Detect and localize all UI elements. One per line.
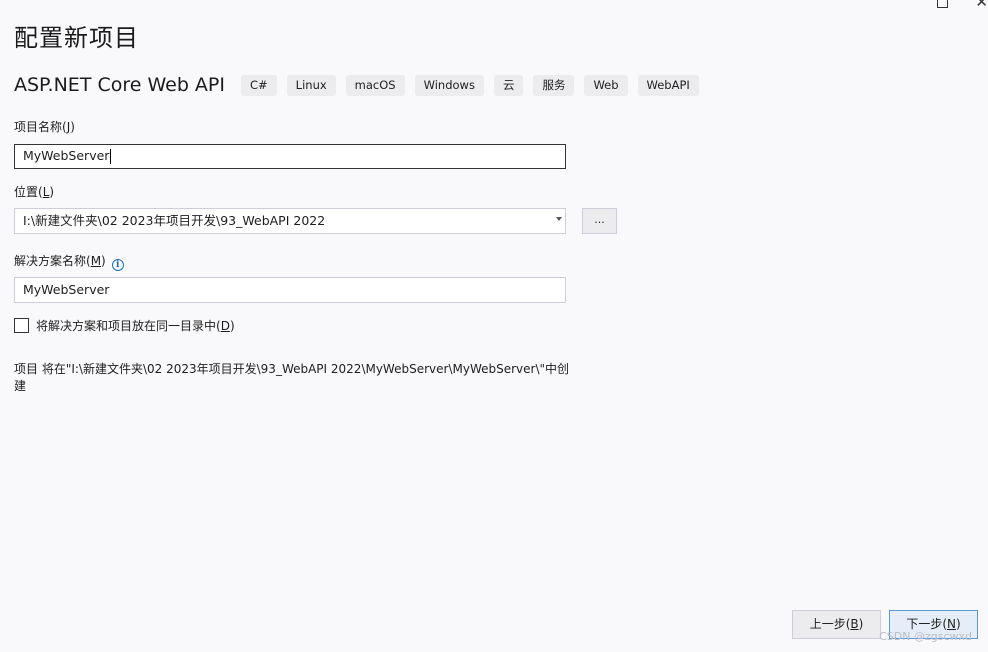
template-name: ASP.NET Core Web API (14, 74, 225, 96)
project-name-label: 项目名称(J) (14, 118, 75, 135)
solution-name-input[interactable]: MyWebServer (14, 277, 566, 303)
tag-windows: Windows (414, 74, 484, 96)
template-header: ASP.NET Core Web API C# Linux macOS Wind… (14, 72, 709, 98)
solution-name-accel: M (90, 254, 102, 268)
window-controls: — ✕ (878, 0, 988, 10)
location-label-end: ) (49, 185, 55, 199)
solution-name-label: 解决方案名称(M) i (14, 252, 124, 271)
chevron-down-icon[interactable] (556, 217, 562, 221)
next-label: 下一步( (906, 617, 947, 631)
minimize-button[interactable]: — (898, 0, 914, 6)
solution-name-label-end: ) (101, 254, 106, 268)
same-directory-label-text: 将解决方案和项目放在同一目录中( (36, 319, 221, 333)
watermark: CSDN @zgscwxd (879, 630, 972, 643)
tag-macos: macOS (345, 74, 405, 96)
back-label-end: ) (858, 617, 864, 631)
same-directory-label-end: ) (229, 319, 235, 333)
project-name-value: MyWebServer (23, 148, 110, 163)
back-accel: B (850, 617, 859, 631)
same-directory-checkbox[interactable] (14, 318, 29, 333)
maximize-icon (937, 0, 948, 8)
solution-name-value: MyWebServer (23, 282, 110, 297)
tag-service: 服务 (533, 74, 575, 96)
tag-web: Web (584, 74, 628, 96)
same-directory-label: 将解决方案和项目放在同一目录中(D) (36, 317, 235, 334)
same-directory-accel: D (220, 319, 230, 333)
project-name-label-end: ) (70, 120, 75, 134)
same-directory-option[interactable]: 将解决方案和项目放在同一目录中(D) (14, 317, 235, 334)
location-value: I:\新建文件夹\02 2023年项目开发\93_WebAPI 2022 (23, 213, 326, 228)
browse-button[interactable]: ... (582, 208, 617, 234)
maximize-button[interactable] (937, 0, 948, 11)
project-path-summary: 项目 将在"I:\新建文件夹\02 2023年项目开发\93_WebAPI 20… (14, 362, 570, 393)
back-button[interactable]: 上一步(B) (792, 610, 881, 639)
location-label-text: 位置( (14, 185, 43, 199)
close-button[interactable]: ✕ (975, 0, 988, 10)
page-title: 配置新项目 (14, 24, 139, 52)
solution-name-label-text: 解决方案名称( (14, 254, 91, 268)
tag-cloud: 云 (493, 74, 524, 96)
project-name-label-text: 项目名称( (14, 120, 67, 134)
tag-webapi: WebAPI (637, 74, 699, 96)
info-icon[interactable]: i (111, 259, 124, 271)
tag-linux: Linux (286, 74, 336, 96)
next-label-end: ) (955, 617, 961, 631)
text-caret (110, 149, 112, 164)
project-name-input[interactable]: MyWebServer (14, 144, 566, 169)
location-label: 位置(L) (14, 183, 54, 200)
back-label: 上一步( (809, 617, 851, 631)
next-accel: N (947, 617, 956, 631)
location-combobox[interactable]: I:\新建文件夹\02 2023年项目开发\93_WebAPI 2022 (14, 208, 566, 234)
tag-csharp: C# (241, 74, 277, 96)
